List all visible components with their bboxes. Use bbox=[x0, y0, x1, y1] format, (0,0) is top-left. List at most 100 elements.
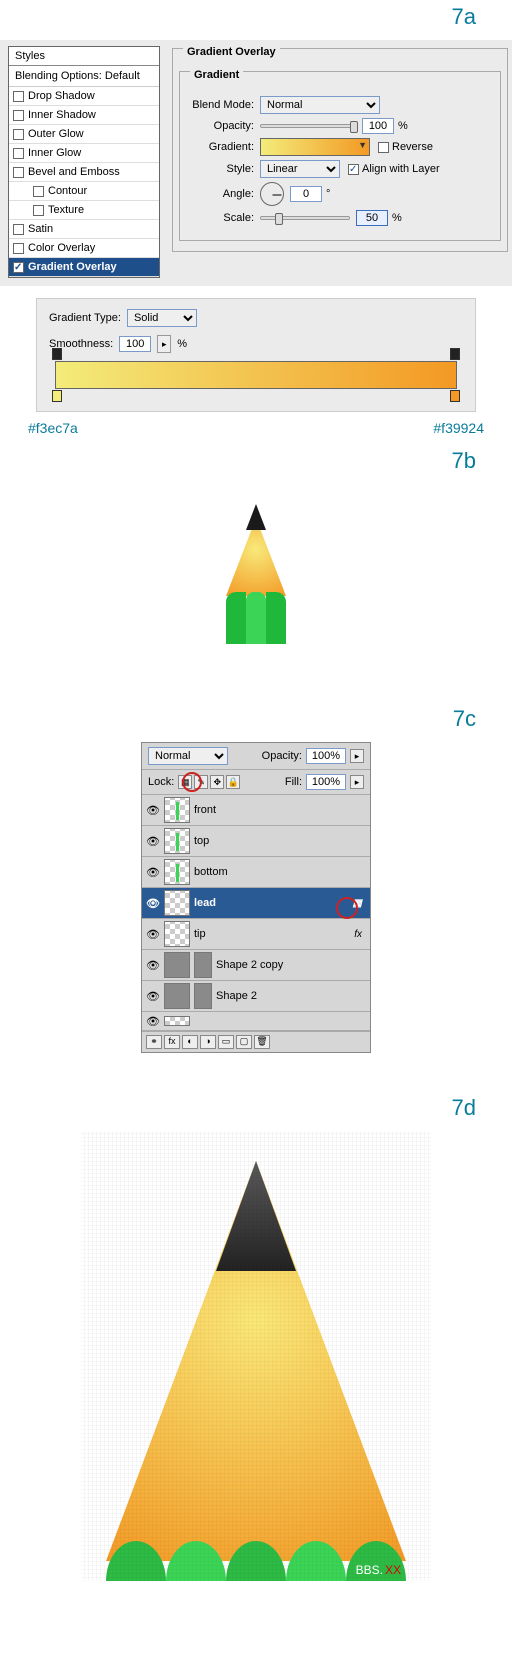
checkbox-icon[interactable] bbox=[13, 110, 24, 121]
layer-fill-input[interactable] bbox=[306, 774, 346, 790]
smoothness-input[interactable] bbox=[119, 336, 151, 352]
checkbox-icon[interactable] bbox=[13, 224, 24, 235]
layer-thumb[interactable] bbox=[164, 921, 190, 947]
fx-badge-icon[interactable]: fx bbox=[354, 929, 362, 940]
opacity-input[interactable] bbox=[362, 118, 394, 134]
dropdown-icon[interactable]: ▸ bbox=[157, 335, 171, 353]
fx-color-overlay[interactable]: Color Overlay bbox=[9, 239, 159, 258]
layer-blend-select[interactable]: Normal bbox=[148, 747, 228, 765]
lock-all-icon[interactable]: 🔒 bbox=[226, 775, 240, 789]
layer-row-bottom[interactable]: 👁bottom bbox=[142, 857, 370, 888]
fx-icon[interactable]: fx bbox=[164, 1035, 180, 1049]
opacity-slider[interactable] bbox=[260, 124, 356, 128]
blend-mode-label: Blend Mode: bbox=[186, 99, 260, 111]
color-stop-right[interactable] bbox=[450, 390, 460, 402]
layer-row-top[interactable]: 👁top bbox=[142, 826, 370, 857]
adjust-icon[interactable]: ◑ bbox=[200, 1035, 216, 1049]
fx-inner-shadow[interactable]: Inner Shadow bbox=[9, 106, 159, 125]
checkbox-icon[interactable] bbox=[13, 262, 24, 273]
layer-thumb[interactable] bbox=[164, 1016, 190, 1026]
eye-icon[interactable]: 👁 bbox=[146, 927, 160, 941]
align-check[interactable]: Align with Layer bbox=[348, 163, 440, 175]
link-icon[interactable]: ⚭ bbox=[146, 1035, 162, 1049]
eye-icon[interactable]: 👁 bbox=[146, 1014, 160, 1028]
fx-gradient-overlay[interactable]: Gradient Overlay bbox=[9, 258, 159, 277]
layer-opacity-input[interactable] bbox=[306, 748, 346, 764]
gradient-type-row: Gradient Type: Solid bbox=[49, 309, 463, 327]
gradient-swatch[interactable] bbox=[260, 138, 370, 156]
styles-header: Styles bbox=[9, 47, 159, 66]
slider-knob-icon[interactable] bbox=[275, 213, 283, 225]
reverse-check[interactable]: Reverse bbox=[378, 141, 433, 153]
checkbox-icon[interactable] bbox=[33, 186, 44, 197]
color-stop-left[interactable] bbox=[52, 390, 62, 402]
style-row: Style: Linear Align with Layer bbox=[186, 160, 494, 178]
layer-thumb[interactable] bbox=[164, 952, 190, 978]
fx-inner-glow[interactable]: Inner Glow bbox=[9, 144, 159, 163]
lock-transparent-icon[interactable]: ▦ bbox=[178, 775, 192, 789]
dropdown-icon[interactable]: ▸ bbox=[350, 775, 364, 789]
eye-icon[interactable]: 👁 bbox=[146, 865, 160, 879]
blending-options-row[interactable]: Blending Options: Default bbox=[9, 66, 159, 87]
layer-thumb[interactable] bbox=[164, 828, 190, 854]
angle-input[interactable] bbox=[290, 186, 322, 202]
layer-row-shape2copy[interactable]: 👁Shape 2 copy bbox=[142, 950, 370, 981]
fx-label: Inner Glow bbox=[28, 147, 81, 159]
layer-row-shape2[interactable]: 👁Shape 2 bbox=[142, 981, 370, 1012]
layer-name: front bbox=[194, 804, 216, 816]
step-label-7b: 7b bbox=[0, 436, 512, 484]
checkbox-icon[interactable] bbox=[13, 91, 24, 102]
opacity-stop-left[interactable] bbox=[52, 348, 62, 360]
checkbox-icon[interactable] bbox=[378, 142, 389, 153]
fx-drop-shadow[interactable]: Drop Shadow bbox=[9, 87, 159, 106]
fx-label: Bevel and Emboss bbox=[28, 166, 120, 178]
eye-icon[interactable]: 👁 bbox=[146, 896, 160, 910]
folder-icon[interactable]: ▭ bbox=[218, 1035, 234, 1049]
fx-bevel-emboss[interactable]: Bevel and Emboss bbox=[9, 163, 159, 182]
scale-input[interactable] bbox=[356, 210, 388, 226]
gradient-bar[interactable] bbox=[55, 361, 457, 389]
style-select[interactable]: Linear bbox=[260, 160, 340, 178]
mask-icon[interactable]: ◐ bbox=[182, 1035, 198, 1049]
pixel-overlay-icon bbox=[81, 1131, 431, 1581]
gradient-fieldset: Gradient Blend Mode: Normal Opacity: % G… bbox=[179, 71, 501, 241]
angle-dial[interactable] bbox=[260, 182, 284, 206]
layer-thumb[interactable] bbox=[164, 859, 190, 885]
fx-contour[interactable]: Contour bbox=[9, 182, 159, 201]
checkbox-icon[interactable] bbox=[348, 164, 359, 175]
eye-icon[interactable]: 👁 bbox=[146, 834, 160, 848]
new-layer-icon[interactable]: ▢ bbox=[236, 1035, 252, 1049]
layer-thumb[interactable] bbox=[164, 983, 190, 1009]
fx-outer-glow[interactable]: Outer Glow bbox=[9, 125, 159, 144]
layers-lock-row: Lock: ▦ ✎ ✥ 🔒 Fill: ▸ bbox=[142, 770, 370, 795]
checkbox-icon[interactable] bbox=[33, 205, 44, 216]
slider-knob-icon[interactable] bbox=[350, 121, 358, 133]
eye-icon[interactable]: 👁 bbox=[146, 803, 160, 817]
layer-thumb[interactable] bbox=[164, 890, 190, 916]
lock-image-icon[interactable]: ✎ bbox=[194, 775, 208, 789]
pct-label: % bbox=[398, 120, 408, 132]
checkbox-icon[interactable] bbox=[13, 243, 24, 254]
checkbox-icon[interactable] bbox=[13, 148, 24, 159]
blend-mode-select[interactable]: Normal bbox=[260, 96, 380, 114]
trash-icon[interactable]: 🗑 bbox=[254, 1035, 270, 1049]
scale-slider[interactable] bbox=[260, 216, 350, 220]
checkbox-icon[interactable] bbox=[13, 167, 24, 178]
checkbox-icon[interactable] bbox=[13, 129, 24, 140]
layer-row-lead[interactable]: 👁lead▦ bbox=[142, 888, 370, 919]
gradient-type-select[interactable]: Solid bbox=[127, 309, 197, 327]
fx-texture[interactable]: Texture bbox=[9, 201, 159, 220]
eye-icon[interactable]: 👁 bbox=[146, 958, 160, 972]
layer-row-extra[interactable]: 👁 bbox=[142, 1012, 370, 1031]
mask-thumb[interactable] bbox=[194, 983, 212, 1009]
layers-top-row: Normal Opacity: ▸ bbox=[142, 743, 370, 770]
lock-position-icon[interactable]: ✥ bbox=[210, 775, 224, 789]
dropdown-icon[interactable]: ▸ bbox=[350, 749, 364, 763]
layer-row-front[interactable]: 👁 front bbox=[142, 795, 370, 826]
eye-icon[interactable]: 👁 bbox=[146, 989, 160, 1003]
layer-row-tip[interactable]: 👁tipfx bbox=[142, 919, 370, 950]
layer-thumb[interactable] bbox=[164, 797, 190, 823]
fx-satin[interactable]: Satin bbox=[9, 220, 159, 239]
opacity-stop-right[interactable] bbox=[450, 348, 460, 360]
mask-thumb[interactable] bbox=[194, 952, 212, 978]
